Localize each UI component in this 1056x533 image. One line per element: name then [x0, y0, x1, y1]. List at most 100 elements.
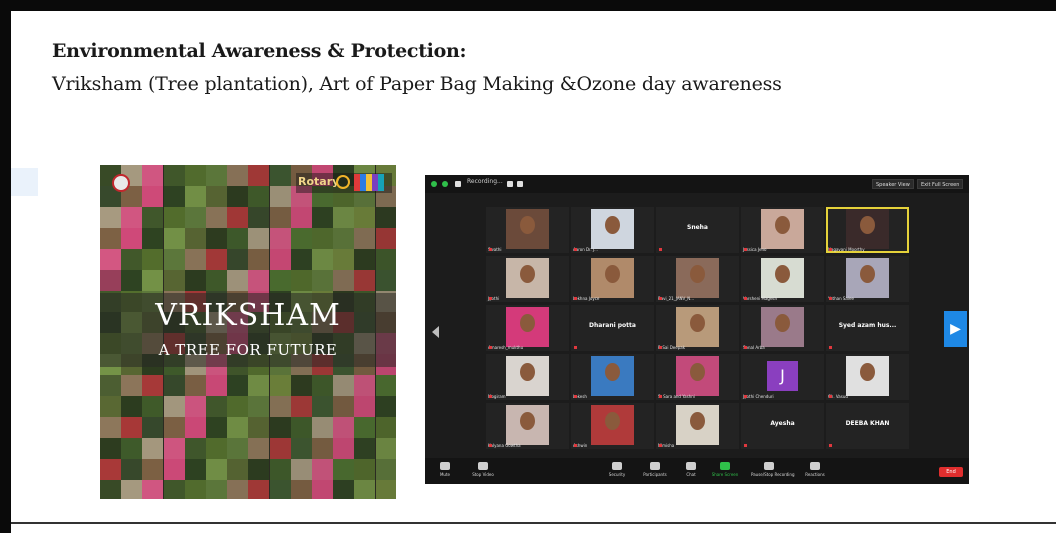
- participant-tile[interactable]: Nimisha: [656, 403, 739, 449]
- record-button[interactable]: Pause/Stop Recording: [751, 462, 794, 477]
- stop-recording-icon[interactable]: [517, 181, 523, 187]
- participant-tile[interactable]: S. Sara and Yashni: [656, 354, 739, 400]
- muted-mic-icon: [574, 297, 577, 300]
- participant-tile[interactable]: Sneha: [656, 207, 739, 253]
- collage-photo-tile: [375, 207, 396, 228]
- control-label: Share Screen: [711, 472, 739, 477]
- participant-tile[interactable]: Kalyana Gowtha: [486, 403, 569, 449]
- participant-tile[interactable]: Jyothi: [486, 256, 569, 302]
- reactions-button[interactable]: Reactions: [797, 462, 833, 477]
- participants-button[interactable]: Participants: [637, 462, 673, 477]
- collage-photo-tile: [354, 228, 376, 249]
- collage-photo-tile: [163, 207, 185, 228]
- chat-button[interactable]: Chat: [673, 462, 709, 477]
- participant-face: [520, 265, 535, 283]
- collage-photo-tile: [100, 375, 121, 396]
- collage-photo-tile: [269, 249, 291, 270]
- participant-tile[interactable]: Dharani potta: [571, 305, 654, 351]
- mic-button[interactable]: Mute: [427, 462, 463, 477]
- collage-photo-tile: [354, 459, 376, 480]
- collage-photo-tile: [163, 186, 185, 207]
- collage-photo-tile: [290, 207, 312, 228]
- previous-page-arrow-icon[interactable]: [430, 324, 442, 338]
- speaker-view-button[interactable]: Speaker View: [872, 179, 914, 189]
- collage-photo-tile: [206, 228, 227, 249]
- collage-photo-tile: [354, 207, 376, 228]
- muted-mic-icon: [489, 248, 492, 251]
- share-button[interactable]: Share Screen: [707, 462, 743, 477]
- muted-mic-icon: [659, 395, 662, 398]
- participant-tile[interactable]: J Jyothi Chenduri: [741, 354, 824, 400]
- full-screen-button[interactable]: Exit Full Screen: [917, 179, 964, 189]
- participant-tile[interactable]: Varsheni Magesh: [741, 256, 824, 302]
- muted-mic-icon: [489, 346, 492, 349]
- collage-photo-tile: [290, 396, 312, 417]
- collage-photo-tile: [163, 480, 185, 499]
- page-subtitle: Vriksham (Tree plantation), Art of Paper…: [52, 73, 782, 95]
- vriksham-poster: Rotary VRIKSHAM A TREE FOR FUTURE: [100, 165, 396, 499]
- collage-photo-tile: [227, 375, 249, 396]
- participant-face: [520, 412, 535, 430]
- collage-photo-tile: [184, 228, 206, 249]
- side-accent-tab: [11, 168, 38, 196]
- next-page-arrow-icon[interactable]: ▶: [944, 311, 967, 347]
- rotary-wheel-icon: [336, 175, 350, 189]
- control-label: Participants: [643, 472, 667, 477]
- page-title: Environmental Awareness & Protection:: [52, 40, 467, 62]
- poster-subtitle: A TREE FOR FUTURE: [158, 341, 338, 359]
- collage-photo-tile: [227, 165, 249, 186]
- participant-tile[interactable]: Lokesh: [571, 354, 654, 400]
- participant-face: [605, 216, 620, 234]
- participant-tile[interactable]: Jessica Jeno: [741, 207, 824, 253]
- participant-tile[interactable]: DEEBA KHAN: [826, 403, 909, 449]
- muted-mic-icon: [574, 346, 577, 349]
- collage-photo-tile: [206, 396, 227, 417]
- collage-photo-tile: [248, 270, 270, 291]
- participant-tile[interactable]: Sonal Arba: [741, 305, 824, 351]
- participant-tile[interactable]: Swathi: [486, 207, 569, 253]
- collage-photo-tile: [333, 270, 355, 291]
- collage-photo-tile: [121, 459, 143, 480]
- collage-photo-tile: [227, 207, 249, 228]
- collage-photo-tile: [248, 417, 270, 438]
- participant-name: Ravi_21_JANV_N...: [658, 296, 695, 301]
- participant-name: Kalyana Gowtha: [488, 443, 521, 448]
- collage-photo-tile: [290, 228, 312, 249]
- muted-mic-icon: [829, 444, 832, 447]
- participant-tile[interactable]: Ashwin: [571, 403, 654, 449]
- participant-face: [520, 363, 535, 381]
- muted-mic-icon: [659, 248, 662, 251]
- muted-mic-icon: [744, 444, 747, 447]
- mic-icon: [440, 462, 450, 470]
- muted-mic-icon: [659, 297, 662, 300]
- collage-photo-tile: [290, 270, 312, 291]
- participant-tile[interactable]: Nagavani Moorthy: [826, 207, 909, 253]
- video-button[interactable]: Stop Video: [465, 462, 501, 477]
- muted-mic-icon: [574, 444, 577, 447]
- collage-photo-tile: [269, 270, 291, 291]
- participant-tile[interactable]: Yuthan Saiee: [826, 256, 909, 302]
- muted-mic-icon: [489, 297, 492, 300]
- participant-tile[interactable]: Syed azam hus...: [826, 305, 909, 351]
- participant-tile[interactable]: Amaresh_mukthu: [486, 305, 569, 351]
- collage-photo-tile: [227, 459, 249, 480]
- pause-recording-icon[interactable]: [507, 181, 513, 187]
- end-meeting-button[interactable]: End: [939, 467, 963, 477]
- participant-tile[interactable]: Ravi_21_JANV_N...: [656, 256, 739, 302]
- collage-photo-tile: [100, 480, 121, 499]
- participant-tile[interactable]: Lekhna Joyce: [571, 256, 654, 302]
- collage-photo-tile: [354, 375, 376, 396]
- collage-photo-tile: [375, 375, 396, 396]
- participant-tile[interactable]: Ch. Vasuu: [826, 354, 909, 400]
- shield-button[interactable]: Security: [599, 462, 635, 477]
- collage-photo-tile: [333, 207, 355, 228]
- collage-photo-tile: [163, 396, 185, 417]
- participant-tile[interactable]: Aaron Dr. J...: [571, 207, 654, 253]
- club-logo-icon: [112, 174, 130, 192]
- participant-tile[interactable]: P. Sai Deepak: [656, 305, 739, 351]
- participant-tile[interactable]: Ayesha: [741, 403, 824, 449]
- participant-tile[interactable]: Mogiram: [486, 354, 569, 400]
- collage-photo-tile: [227, 480, 249, 499]
- collage-photo-tile: [269, 417, 291, 438]
- recording-label: Recording...: [467, 178, 503, 185]
